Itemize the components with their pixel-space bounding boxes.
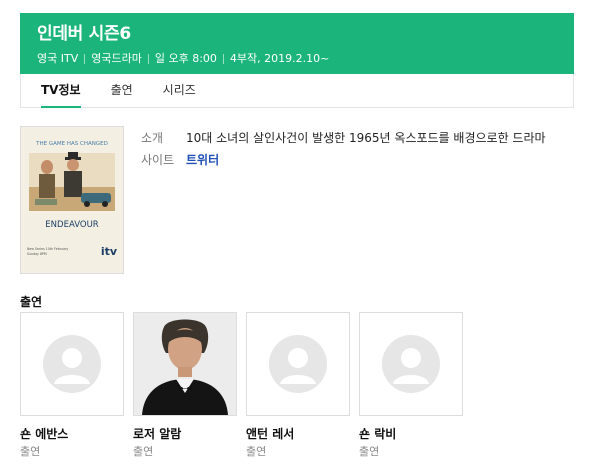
- person-placeholder-icon: [382, 335, 440, 393]
- itv-logo: itv: [101, 245, 118, 258]
- meta-separator: [84, 54, 86, 64]
- cast-role: 출연: [20, 445, 41, 458]
- cast-item[interactable]: 앤턴 레서 출연: [246, 312, 350, 460]
- cast-name[interactable]: 로저 알람: [133, 426, 237, 442]
- program-title: 인데버 시즌6: [37, 24, 131, 44]
- person-portrait: [134, 313, 236, 415]
- cast-photo-placeholder[interactable]: [20, 312, 124, 416]
- cast-photo-placeholder[interactable]: [359, 312, 463, 416]
- cast-section-title: 출연: [20, 295, 43, 309]
- cast-role: 출연: [133, 445, 154, 458]
- poster-small-text-2: Sunday 8PM: [27, 252, 47, 256]
- meta-genre: 영국드라마: [91, 52, 142, 65]
- cast-name[interactable]: 숀 에반스: [20, 426, 124, 442]
- poster-title: ENDEAVOUR: [45, 220, 98, 230]
- cast-name[interactable]: 숀 락비: [359, 426, 463, 442]
- synopsis-label: 소개: [141, 131, 164, 145]
- meta-separator: [147, 54, 149, 64]
- info-synopsis-row: 소개 10대 소녀의 살인사건이 발생한 1965년 옥스포드를 배경으로한 드…: [141, 128, 546, 148]
- cast-photo[interactable]: [133, 312, 237, 416]
- meta-separator: [222, 54, 224, 64]
- synopsis-value: 10대 소녀의 살인사건이 발생한 1965년 옥스포드를 배경으로한 드라마: [186, 131, 546, 145]
- program-meta: 영국 ITV 영국드라마 일 오후 8:00 4부작, 2019.2.10~: [37, 51, 557, 67]
- cast-role: 출연: [246, 445, 267, 458]
- info-site-row: 사이트 트위터: [141, 150, 546, 170]
- cast-role: 출연: [359, 445, 380, 458]
- cast-item[interactable]: 숀 락비 출연: [359, 312, 463, 460]
- meta-channel: 영국 ITV: [37, 52, 79, 65]
- cast-item[interactable]: 로저 알람 출연: [133, 312, 237, 460]
- tab-tv-info[interactable]: TV정보: [41, 74, 81, 108]
- tab-cast[interactable]: 출연: [111, 74, 133, 107]
- program-info: 소개 10대 소녀의 살인사건이 발생한 1965년 옥스포드를 배경으로한 드…: [141, 128, 546, 172]
- cast-list: 숀 에반스 출연 로저 알람 출연 앤턴 레서 출연 숀 락비 출연: [20, 312, 472, 460]
- meta-airtime: 일 오후 8:00: [154, 52, 217, 65]
- tab-bar: TV정보 출연 시리즈: [20, 74, 574, 108]
- cast-item[interactable]: 숀 에반스 출연: [20, 312, 124, 460]
- person-placeholder-icon: [269, 335, 327, 393]
- cast-photo-placeholder[interactable]: [246, 312, 350, 416]
- site-label: 사이트: [141, 153, 175, 167]
- meta-episodes: 4부작, 2019.2.10~: [229, 52, 330, 65]
- person-placeholder-icon: [43, 335, 101, 393]
- poster-small-text-1: New Series 10th February: [27, 247, 68, 251]
- program-header: 인데버 시즌6 영국 ITV 영국드라마 일 오후 8:00 4부작, 2019…: [20, 13, 574, 74]
- tab-series[interactable]: 시리즈: [163, 74, 196, 107]
- cast-name[interactable]: 앤턴 레서: [246, 426, 350, 442]
- poster-tagline: THE GAME HAS CHANGED: [35, 141, 108, 147]
- program-poster[interactable]: THE GAME HAS CHANGED ENDEAVOUR New Serie…: [20, 126, 124, 274]
- twitter-link[interactable]: 트위터: [186, 150, 219, 170]
